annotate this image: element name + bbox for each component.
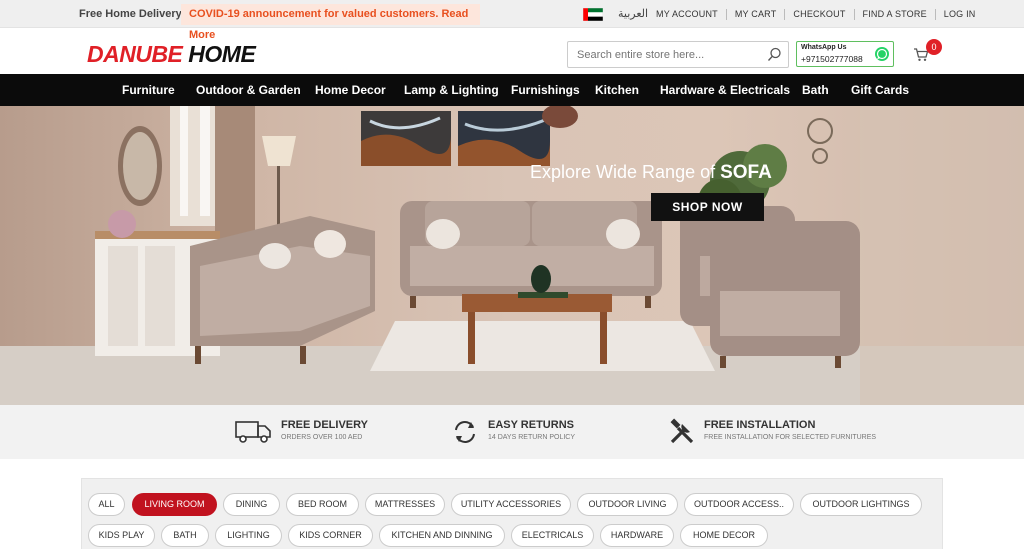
whatsapp-contact-button[interactable]: WhatsApp Us +971502777088 — [796, 41, 894, 67]
nav-item-furniture[interactable]: Furniture — [122, 83, 175, 97]
shop-now-button[interactable]: SHOP NOW — [651, 193, 764, 221]
category-pill-bed-room[interactable]: BED ROOM — [286, 493, 359, 516]
covid-announcement-link[interactable]: COVID-19 announcement for valued custome… — [181, 4, 480, 41]
category-pill-living-room[interactable]: LIVING ROOM — [132, 493, 217, 516]
features-strip: FREE DELIVERY ORDERS OVER 100 AED EASY R… — [0, 405, 1024, 459]
logo-text-black: HOME — [188, 41, 256, 67]
logo-text-red: DANUBE — [87, 41, 189, 67]
nav-item-lamp-lighting[interactable]: Lamp & Lighting — [404, 83, 499, 97]
top-bar: Free Home Delivery COVID-19 announcement… — [0, 0, 1024, 41]
category-pill-hardware[interactable]: HARDWARE — [600, 524, 674, 547]
nav-item-hardware-electricals[interactable]: Hardware & Electricals — [660, 83, 790, 97]
category-pill-mattresses[interactable]: MATTRESSES — [365, 493, 445, 516]
feature-free-delivery: FREE DELIVERY ORDERS OVER 100 AED — [235, 405, 435, 459]
returns-icon — [455, 421, 475, 443]
nav-item-bath[interactable]: Bath — [802, 83, 829, 97]
language-switch-link[interactable]: العربية — [618, 7, 648, 20]
search-icon[interactable] — [767, 47, 782, 62]
feature-subtitle: FREE INSTALLATION FOR SELECTED FURNITURE… — [704, 434, 877, 441]
category-pill-utility-accessories[interactable]: UTILITY ACCESSORIES — [451, 493, 571, 516]
free-home-delivery-text: Free Home Delivery — [79, 8, 182, 20]
feature-title: FREE DELIVERY — [281, 419, 368, 431]
hero-banner[interactable]: Explore Wide Range of SOFA SHOP NOW — [0, 106, 1024, 405]
uae-flag-icon[interactable] — [583, 8, 603, 21]
truck-icon — [235, 421, 271, 443]
category-pill-kitchen-and-dinning[interactable]: KITCHEN AND DINNING — [379, 524, 505, 547]
category-pill-all[interactable]: ALL — [88, 493, 125, 516]
nav-item-gift-cards[interactable]: Gift Cards — [851, 83, 909, 97]
cart-count-badge: 0 — [926, 39, 942, 55]
category-pill-kids-corner[interactable]: KIDS CORNER — [288, 524, 373, 547]
find-a-store-link[interactable]: FIND A STORE — [853, 9, 935, 20]
category-pill-kids-play[interactable]: KIDS PLAY — [88, 524, 155, 547]
nav-item-home-decor[interactable]: Home Decor — [315, 83, 386, 97]
checkout-link[interactable]: CHECKOUT — [784, 9, 853, 20]
feature-subtitle: ORDERS OVER 100 AED — [281, 434, 363, 441]
hero-caption-prefix: Explore Wide Range of — [530, 162, 721, 182]
account-links: MY ACCOUNT MY CART CHECKOUT FIND A STORE… — [648, 9, 984, 20]
category-pill-outdoor-lightings[interactable]: OUTDOOR LIGHTINGS — [800, 493, 922, 516]
site-logo[interactable]: DANUBE HOME — [87, 41, 256, 68]
feature-easy-returns: EASY RETURNS 14 DAYS RETURN POLICY — [451, 405, 651, 459]
login-link[interactable]: LOG IN — [934, 9, 984, 20]
category-pill-outdoor-living[interactable]: OUTDOOR LIVING — [577, 493, 678, 516]
feature-title: FREE INSTALLATION — [704, 419, 816, 431]
category-pill-electricals[interactable]: ELECTRICALS — [511, 524, 594, 547]
my-account-link[interactable]: MY ACCOUNT — [648, 9, 726, 20]
hero-caption: Explore Wide Range of SOFA — [530, 162, 772, 184]
category-pill-bath[interactable]: BATH — [161, 524, 209, 547]
main-nav: Furniture Outdoor & Garden Home Decor La… — [0, 74, 1024, 106]
category-pill-outdoor-access[interactable]: OUTDOOR ACCESS.. — [684, 493, 794, 516]
feature-title: EASY RETURNS — [488, 419, 574, 431]
whatsapp-title: WhatsApp Us — [801, 44, 847, 51]
category-pill-dining[interactable]: DINING — [223, 493, 280, 516]
category-pill-lighting[interactable]: LIGHTING — [215, 524, 282, 547]
whatsapp-icon — [875, 47, 889, 61]
living-room-illustration — [0, 106, 1024, 405]
feature-free-installation: FREE INSTALLATION FREE INSTALLATION FOR … — [668, 405, 888, 459]
search-box — [567, 41, 789, 68]
tools-icon — [670, 418, 694, 444]
nav-item-furnishings[interactable]: Furnishings — [511, 83, 580, 97]
nav-item-kitchen[interactable]: Kitchen — [595, 83, 639, 97]
nav-item-outdoor-garden[interactable]: Outdoor & Garden — [196, 83, 301, 97]
whatsapp-number: +971502777088 — [801, 54, 863, 64]
my-cart-link[interactable]: MY CART — [725, 9, 785, 20]
feature-subtitle: 14 DAYS RETURN POLICY — [488, 434, 576, 441]
category-filter-panel: ALL LIVING ROOM DINING BED ROOM MATTRESS… — [81, 478, 943, 549]
hero-caption-highlight: SOFA — [720, 162, 772, 183]
category-pill-home-decor[interactable]: HOME DECOR — [680, 524, 768, 547]
search-input[interactable] — [568, 42, 758, 67]
